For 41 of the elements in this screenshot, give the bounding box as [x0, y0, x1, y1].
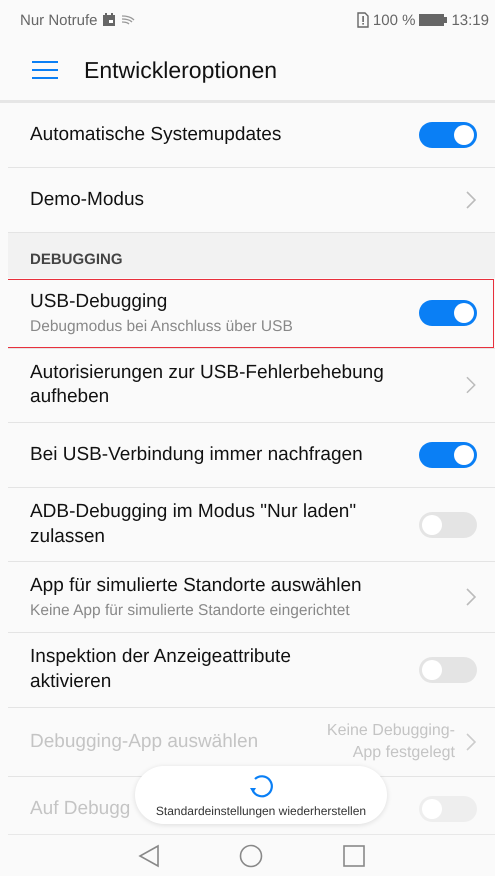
chevron-right-icon — [465, 375, 477, 396]
setting-subtitle: Keine App für simulierte Standorte eingerichtet — [30, 602, 350, 620]
toast-message: Standardeinstellungen wiederherstellen — [156, 804, 366, 818]
clock: 13:19 — [451, 12, 489, 28]
recents-icon[interactable] — [343, 844, 366, 866]
setting-title: Demo-Modus — [30, 188, 144, 212]
menu-icon[interactable] — [32, 60, 58, 80]
setting-title: App für simulierte Standorte auswählen — [30, 574, 362, 598]
setting-row[interactable]: Automatische Systemupdates — [8, 103, 495, 168]
toggle-switch[interactable] — [419, 442, 477, 468]
setting-title: Bei USB-Verbindung immer nachfragen — [30, 442, 363, 467]
setting-row[interactable]: App für simulierte Standorte auswählen Keine App für simulierte Standorte eingerichtet — [8, 562, 495, 634]
back-icon[interactable] — [138, 844, 160, 868]
setting-title: Automatische Systemupdates — [30, 122, 282, 147]
signal-waves-icon — [120, 13, 136, 27]
setting-title: ADB-Debugging im Modus "Nur laden" zulassen — [30, 500, 358, 549]
setting-row[interactable]: Inspektion der Anzeigeattribute aktivieren — [8, 633, 495, 708]
chevron-right-icon — [465, 732, 477, 752]
toggle-switch[interactable] — [419, 512, 477, 538]
toggle-switch[interactable] — [419, 300, 477, 326]
progress-spinner-icon — [247, 772, 275, 800]
section-header: DEBUGGING — [8, 233, 495, 278]
chevron-right-icon — [465, 587, 477, 608]
home-icon[interactable] — [239, 844, 264, 868]
setting-row[interactable]: Autorisierungen zur USB-Fehlerbehebung aufheben — [8, 348, 495, 424]
battery-icon — [419, 13, 448, 27]
toggle-switch[interactable] — [419, 656, 477, 683]
setting-title: Autorisierungen zur USB-Fehlerbehebung aufheben — [30, 360, 385, 410]
carrier-text: Nur Notrufe — [20, 12, 98, 28]
setting-title: Inspektion der Anzeigeattribute aktivieren — [30, 645, 292, 694]
calendar-icon — [102, 13, 116, 27]
sim-alert-icon — [356, 12, 369, 28]
setting-subtitle: Debugmodus bei Anschluss über USB — [30, 318, 293, 336]
highlighted-setting-row[interactable]: USB-Debugging Debugmodus bei Anschluss über USB — [8, 278, 495, 349]
toggle-switch[interactable] — [419, 122, 477, 148]
setting-row[interactable]: Bei USB-Verbindung immer nachfragen — [8, 423, 495, 488]
chevron-right-icon — [465, 190, 477, 210]
battery-percent: 100 % — [372, 12, 416, 28]
setting-title: USB-Debugging — [30, 290, 168, 314]
setting-row[interactable]: ADB-Debugging im Modus "Nur laden" zulassen — [8, 488, 495, 562]
screen-title: Entwickleroptionen — [84, 56, 278, 84]
